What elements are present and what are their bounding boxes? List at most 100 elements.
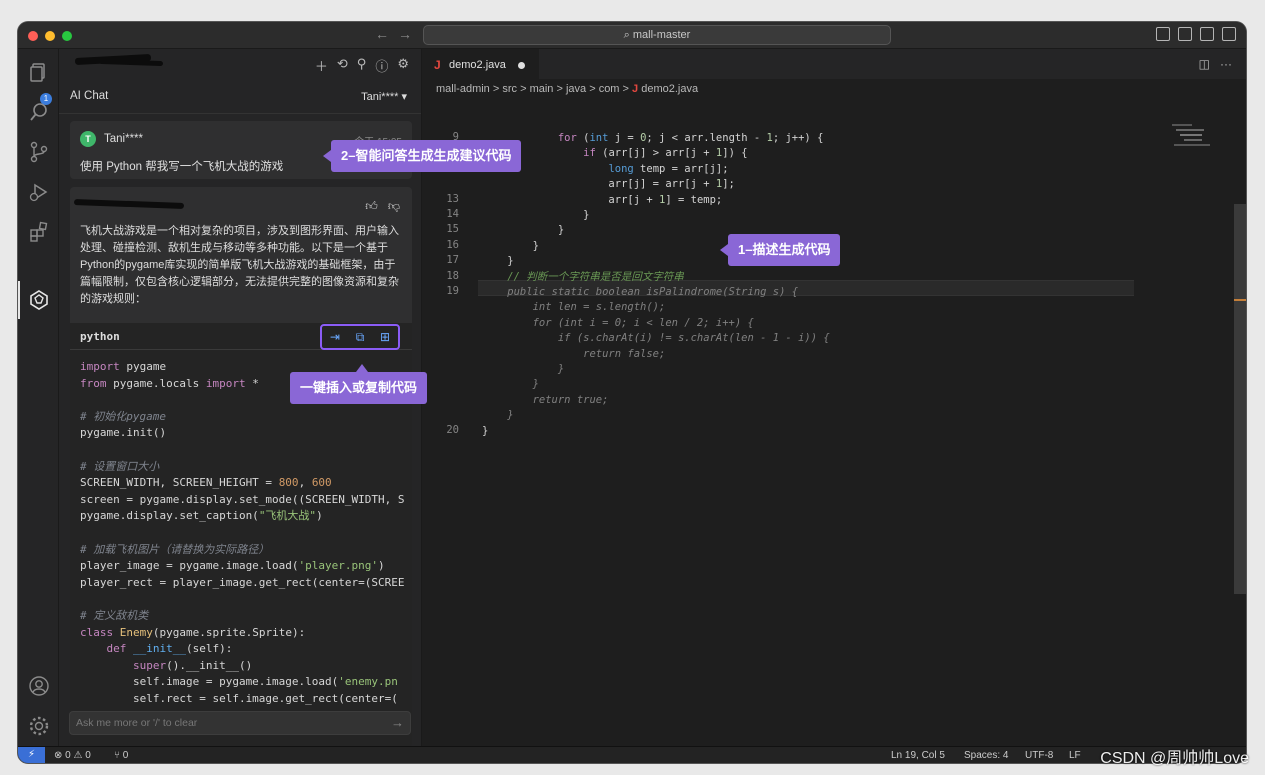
chat-input-placeholder: Ask me more or '/' to clear <box>76 717 198 729</box>
editor-tabs: J demo2.java ◫ ··· <box>422 49 1246 79</box>
ai-chat-tab[interactable]: AI Chat <box>70 90 108 102</box>
thumbs-up-icon[interactable]: 👍︎ <box>365 199 378 214</box>
breadcrumb-item[interactable]: java <box>566 83 586 95</box>
editor-line: } <box>482 208 589 223</box>
code-token: # 初始化pygame <box>80 409 166 423</box>
forward-arrow-icon[interactable]: → <box>398 26 412 42</box>
back-arrow-icon[interactable]: ← <box>375 26 389 42</box>
code-token: return false; <box>482 347 666 360</box>
user-name: Tani**** <box>104 133 143 145</box>
breadcrumb-item[interactable]: demo2.java <box>641 83 698 95</box>
code-line: self.rect = self.image.get_rect(center=( <box>80 691 405 708</box>
code-token: } <box>482 409 514 422</box>
help-icon[interactable]: ⓘ <box>375 56 388 75</box>
minimap[interactable] <box>1170 89 1230 149</box>
code-token: 800 <box>278 476 299 490</box>
code-token: for <box>557 132 577 144</box>
tab-demo2-java[interactable]: J demo2.java <box>422 49 539 79</box>
toggle-secondary-sidebar-icon[interactable] <box>1200 27 1214 41</box>
redacted-title-scribble <box>98 58 164 67</box>
end-of-line[interactable]: LF <box>1069 750 1081 761</box>
ai-assistant-icon[interactable] <box>28 289 50 311</box>
settings-gear-icon[interactable] <box>28 715 50 737</box>
unsaved-dot-icon[interactable] <box>518 62 525 69</box>
editor-line: } <box>482 239 539 254</box>
vscode-window: ← → ⌕ mall-master 1 ＋ ⟲ ⚲ ⓘ ⚙ AI Chat Ta… <box>18 22 1246 763</box>
editor-line: } <box>482 254 514 269</box>
breadcrumb-item[interactable]: mall-admin <box>436 83 490 95</box>
search-icon: ⌕ <box>623 29 633 41</box>
code-token: public static boolean isPalindrome(Strin… <box>482 286 799 298</box>
toggle-panel-icon[interactable] <box>1178 27 1192 41</box>
run-debug-icon[interactable] <box>28 181 50 203</box>
minimize-window-button[interactable] <box>45 31 55 41</box>
more-actions-icon[interactable]: ··· <box>1220 57 1232 71</box>
copy-code-icon[interactable]: ⧉ <box>356 330 365 345</box>
editor-line: } <box>482 362 564 377</box>
editor-line: // 判断一个字符串是否是回文字符串 <box>482 270 683 285</box>
breadcrumb-item[interactable]: src <box>502 83 517 95</box>
code-line: super().__init__() <box>80 658 405 675</box>
code-actions: ⇥ ⧉ ⊞ <box>320 324 400 350</box>
line-number: 20 <box>446 423 459 436</box>
code-token: from <box>80 376 107 390</box>
code-language: python <box>80 330 120 343</box>
source-control-icon[interactable] <box>28 141 50 163</box>
extensions-icon[interactable] <box>28 221 50 243</box>
code-token: * <box>245 376 259 390</box>
code-token: ) <box>378 559 385 573</box>
explorer-icon[interactable] <box>28 61 50 83</box>
editor-line: if (arr[j] > arr[j + 1]) { <box>482 146 747 161</box>
ports-indicator[interactable]: ⑂ 0 <box>114 750 128 761</box>
code-token: ]; <box>722 178 735 191</box>
code-token: } <box>482 255 514 268</box>
search-icon[interactable] <box>28 101 50 123</box>
send-arrow-icon[interactable]: → <box>391 715 404 730</box>
code-token: "飞机大战" <box>258 509 317 523</box>
code-token: self.rect = self.image.get_rect(center=( <box>80 691 398 705</box>
command-center-search[interactable]: ⌕ mall-master <box>423 25 891 45</box>
code-token: SCREEN_WIDTH, SCREEN_HEIGHT = <box>80 476 279 490</box>
maximize-window-button[interactable] <box>62 31 72 41</box>
editor-scrollbar[interactable] <box>1234 204 1246 594</box>
indentation[interactable]: Spaces: 4 <box>964 750 1008 761</box>
code-token: , <box>298 476 312 490</box>
code-token: Enemy <box>113 625 153 639</box>
code-line: player_image = pygame.image.load('player… <box>80 558 405 575</box>
line-number: 17 <box>446 254 459 267</box>
editor-line: for (int j = 0; j < arr.length - 1; j++)… <box>482 131 824 146</box>
close-window-button[interactable] <box>28 31 38 41</box>
command-center-label: mall-master <box>632 29 691 41</box>
split-editor-icon[interactable]: ◫ <box>1199 57 1210 71</box>
insert-code-icon[interactable]: ⇥ <box>330 330 340 344</box>
user-select[interactable]: Tani**** ▾ <box>361 90 407 103</box>
new-chat-icon[interactable]: ＋ <box>315 56 328 75</box>
code-token: self.image = pygame.image.load( <box>80 675 339 689</box>
code-token: __init__ <box>126 642 186 656</box>
share-icon[interactable]: ⚲ <box>357 56 367 75</box>
toggle-sidebar-icon[interactable] <box>1156 27 1170 41</box>
new-file-icon[interactable]: ⊞ <box>380 330 390 344</box>
callout-insert-copy: 一键插入或复制代码 <box>290 364 428 404</box>
cursor-position[interactable]: Ln 19, Col 5 <box>891 750 945 761</box>
java-file-icon: J <box>434 58 441 72</box>
history-icon[interactable]: ⟲ <box>337 56 348 75</box>
account-icon[interactable] <box>28 675 50 697</box>
breadcrumb-item[interactable]: main <box>530 83 554 95</box>
problems-indicator[interactable]: ⊗ 0 ⚠ 0 <box>54 750 91 761</box>
line-number: 13 <box>446 192 459 205</box>
line-number: 18 <box>446 269 459 282</box>
encoding[interactable]: UTF-8 <box>1025 750 1053 761</box>
chat-settings-gear-icon[interactable]: ⚙ <box>397 56 409 75</box>
breadcrumb-item[interactable]: com <box>599 83 620 95</box>
editor-line: arr[j] = arr[j + 1]; <box>482 177 735 192</box>
code-line: pygame.display.set_caption("飞机大战") <box>80 508 405 525</box>
customize-layout-icon[interactable] <box>1222 27 1236 41</box>
code-token: ) <box>316 509 323 523</box>
chat-input[interactable]: Ask me more or '/' to clear → <box>69 711 411 735</box>
editor-area: J demo2.java ◫ ··· mall-admin > src > ma… <box>422 49 1246 746</box>
remote-indicator-icon[interactable]: ⚡ <box>18 747 45 763</box>
watermark: CSDN @周帅帅Love <box>1100 750 1249 767</box>
thumbs-down-icon[interactable]: 👎︎ <box>388 199 400 214</box>
